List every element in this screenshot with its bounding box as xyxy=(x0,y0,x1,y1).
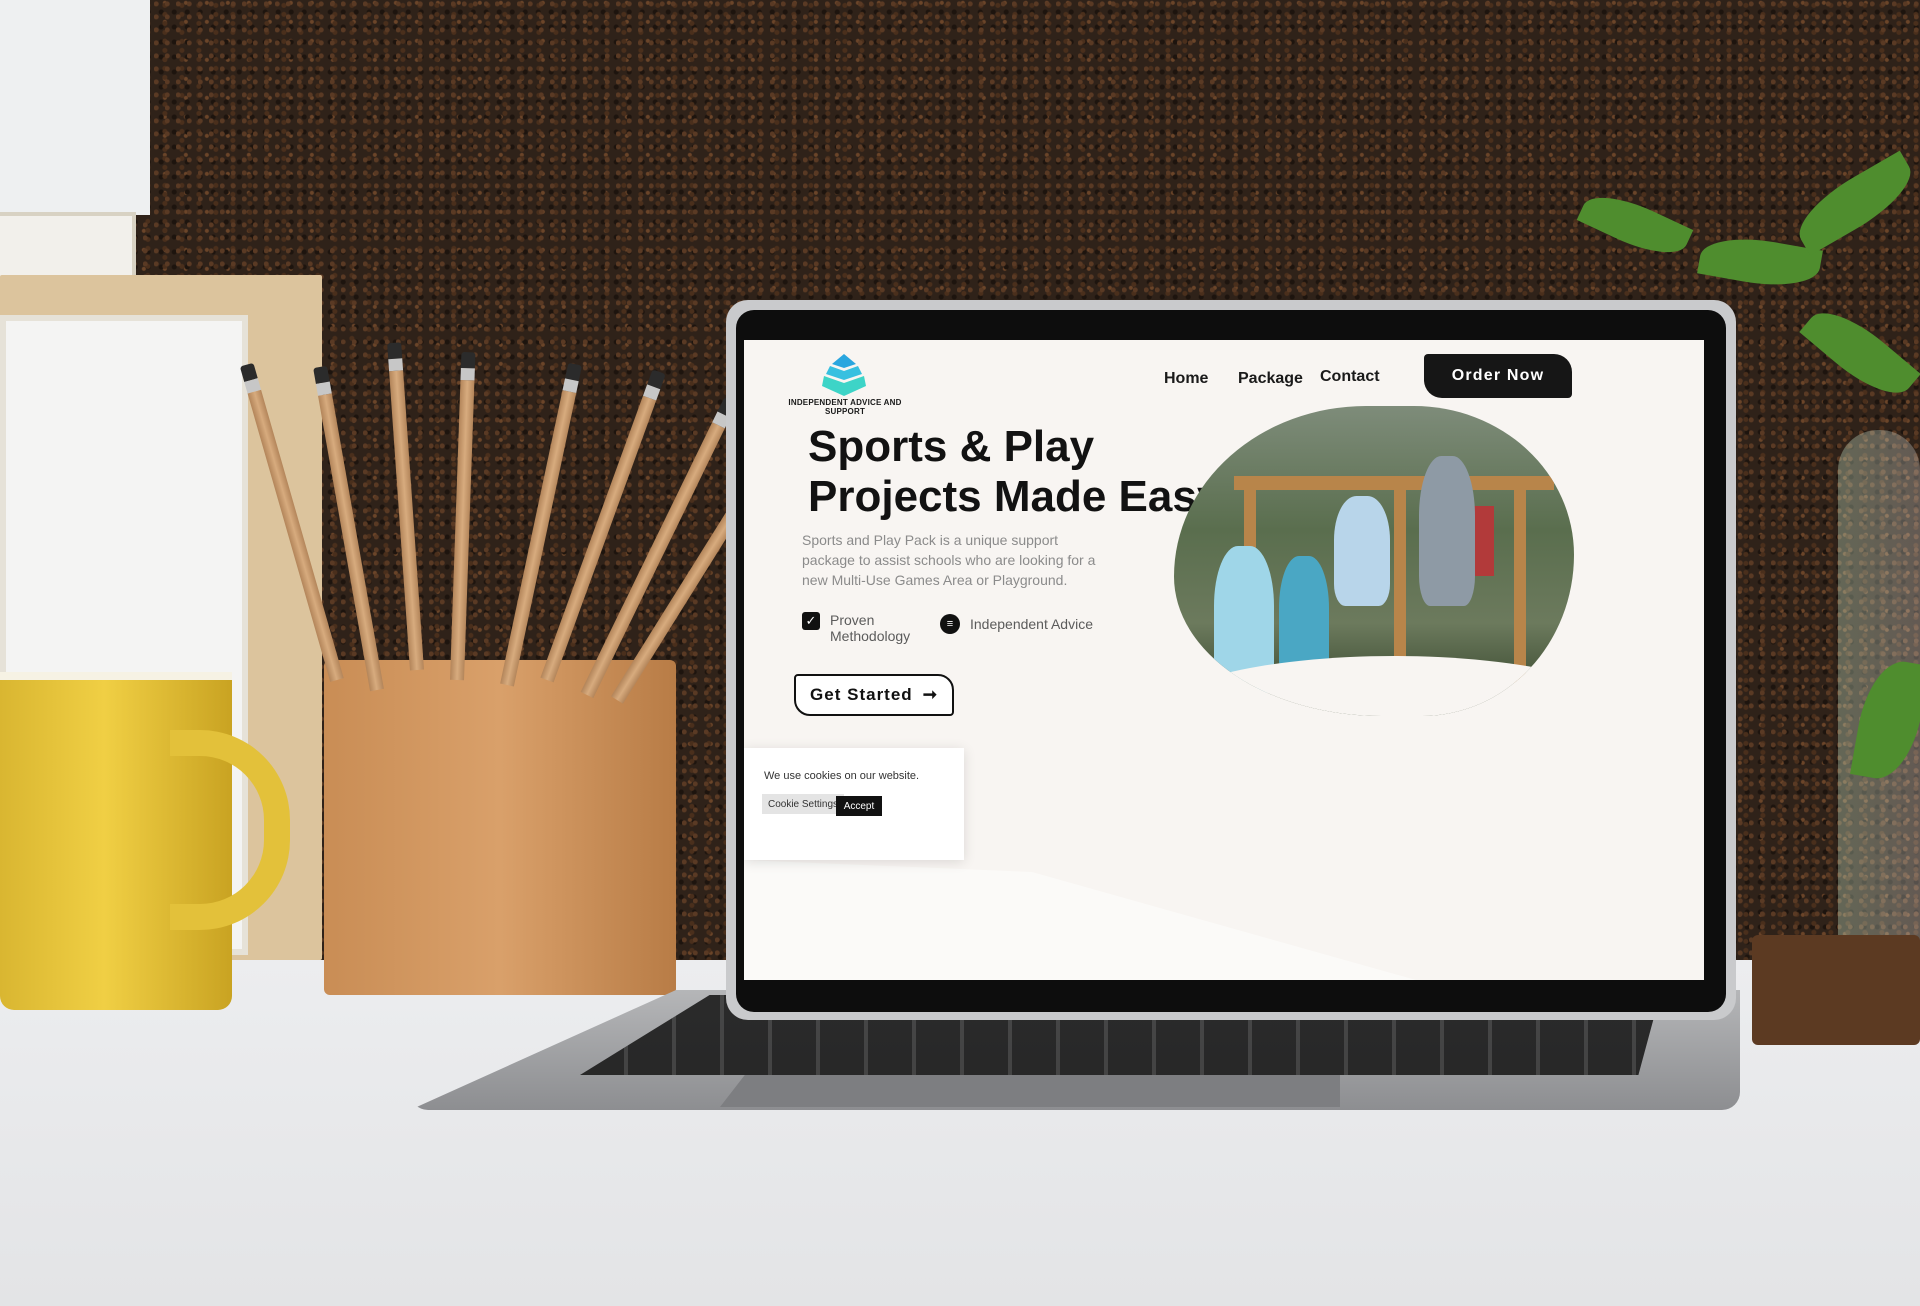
order-now-button[interactable]: Order Now xyxy=(1424,354,1572,398)
checkbox-icon: ✓ xyxy=(802,612,820,630)
nav-home[interactable]: Home xyxy=(1164,370,1208,388)
logo-text: INDEPENDENT ADVICE AND SUPPORT xyxy=(788,398,902,416)
get-started-label: Get Started xyxy=(810,685,913,704)
feature-proven-methodology: ✓ Proven Methodology xyxy=(802,612,922,644)
cookie-accept-button[interactable]: Accept xyxy=(836,796,882,816)
arrow-right-icon: ➞ xyxy=(922,685,938,704)
wall xyxy=(0,0,150,215)
pencil-holder xyxy=(324,660,676,995)
laptop-screen: INDEPENDENT ADVICE AND SUPPORT Home Pack… xyxy=(744,340,1704,980)
feature-independent-advice: ≡ Independent Advice xyxy=(940,614,1093,634)
cookie-banner: We use cookies on our website. Cookie Se… xyxy=(744,748,964,860)
get-started-button[interactable]: Get Started ➞ xyxy=(794,674,954,716)
old-book xyxy=(1752,935,1920,1045)
nav-contact[interactable]: Contact xyxy=(1320,368,1380,386)
feature-label: Proven Methodology xyxy=(830,612,911,644)
nav-package[interactable]: Package xyxy=(1238,370,1303,388)
cookie-settings-button[interactable]: Cookie Settings xyxy=(762,794,844,814)
hero-playground-image xyxy=(1174,406,1574,716)
cookie-message: We use cookies on our website. xyxy=(764,770,920,782)
laptop-trackpad xyxy=(720,1075,1340,1107)
child-figure xyxy=(1419,456,1475,606)
document-icon: ≡ xyxy=(940,614,960,634)
background-wedge xyxy=(744,860,1416,980)
child-figure xyxy=(1334,496,1390,606)
hero-title-line1: Sports & Play xyxy=(808,422,1095,471)
feature-label: Independent Advice xyxy=(970,616,1093,632)
pyramid-logo-icon xyxy=(822,354,866,396)
hero-description: Sports and Play Pack is a unique support… xyxy=(802,532,1096,588)
